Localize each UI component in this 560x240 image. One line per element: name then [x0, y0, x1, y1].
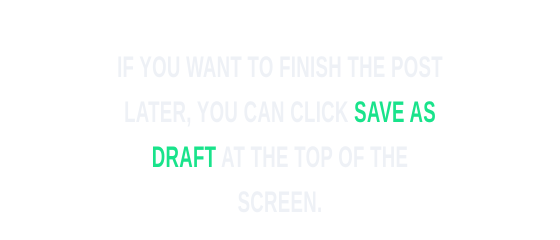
instruction-text-after: at the top of the screen. [221, 141, 409, 219]
instruction-message: If you want to finish the post later, yo… [113, 45, 448, 225]
instruction-canvas: If you want to finish the post later, yo… [0, 0, 560, 230]
